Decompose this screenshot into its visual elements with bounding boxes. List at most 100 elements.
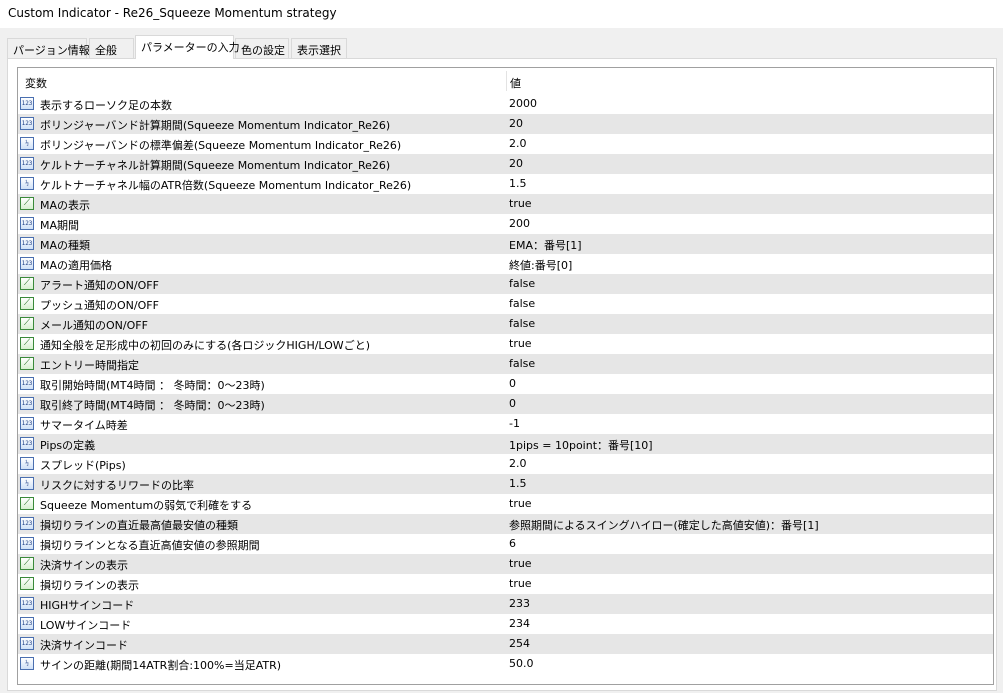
parameter-name: HIGHサインコード xyxy=(40,599,135,612)
table-row[interactable]: 123 ボリンジャーバンド計算期間(Squeeze Momentum Indica… xyxy=(18,114,993,134)
table-row[interactable]: ½ スプレッド(Pips) 2.0 xyxy=(18,454,993,474)
table-row[interactable]: 123 LOWサインコード 234 xyxy=(18,614,993,634)
parameter-value[interactable]: 20 xyxy=(509,117,523,130)
table-row[interactable]: 123 MAの適用価格 終値:番号[0] xyxy=(18,254,993,274)
bool-icon: ⟋ xyxy=(20,317,34,330)
bool-icon: ⟋ xyxy=(20,357,34,370)
window-title: Custom Indicator - Re26_Squeeze Momentum… xyxy=(8,6,337,20)
column-header-value[interactable]: 値 xyxy=(510,75,521,91)
table-body: 123 表示するローソク足の本数 2000 123 ボリンジャーバンド計算期間(Sque… xyxy=(18,94,993,674)
parameter-name: MAの種類 xyxy=(40,239,91,252)
parameter-name: 決済サインの表示 xyxy=(40,559,128,572)
table-row[interactable]: 123 表示するローソク足の本数 2000 xyxy=(18,94,993,114)
parameter-value[interactable]: 20 xyxy=(509,157,523,170)
parameter-value[interactable]: false xyxy=(509,317,535,330)
parameter-value[interactable]: 2000 xyxy=(509,97,537,110)
tab-general[interactable]: 全般 xyxy=(89,38,134,58)
parameters-table: 変数 値 123 表示するローソク足の本数 2000 123 ボリンジャーバンド計算期間… xyxy=(17,67,994,685)
parameter-value[interactable]: 233 xyxy=(509,597,530,610)
bool-icon: ⟋ xyxy=(20,337,34,350)
parameter-name: Squeeze Momentumの弱気で利確をする xyxy=(40,499,253,512)
table-row[interactable]: ½ サインの距離(期間14ATR割合:100%=当足ATR) 50.0 xyxy=(18,654,993,674)
parameter-value[interactable]: 200 xyxy=(509,217,530,230)
int-icon: 123 xyxy=(20,157,34,170)
parameter-value[interactable]: 1pips = 10point：番号[10] xyxy=(509,437,653,453)
tab-version-info[interactable]: パージョン情報 xyxy=(7,38,90,58)
parameter-name: 取引終了時間(MT4時間 ： 冬時間：0～23時) xyxy=(40,399,265,412)
parameter-value[interactable]: 234 xyxy=(509,617,530,630)
table-row[interactable]: ⟋ エントリー時間指定 false xyxy=(18,354,993,374)
table-row[interactable]: 123 ケルトナーチャネル計算期間(Squeeze Momentum Indica… xyxy=(18,154,993,174)
table-row[interactable]: ⟋ 通知全般を足形成中の初回のみにする(各ロジックHIGH/LOWごと) true xyxy=(18,334,993,354)
table-row[interactable]: ½ ボリンジャーバンドの標準偏差(Squeeze Momentum Indicat… xyxy=(18,134,993,154)
parameter-value[interactable]: false xyxy=(509,277,535,290)
parameter-name: Pipsの定義 xyxy=(40,439,96,452)
table-row[interactable]: 123 サマータイム時差 -1 xyxy=(18,414,993,434)
table-row[interactable]: ½ リスクに対するリワードの比率 1.5 xyxy=(18,474,993,494)
table-row[interactable]: ⟋ MAの表示 true xyxy=(18,194,993,214)
parameter-value[interactable]: false xyxy=(509,297,535,310)
column-divider[interactable] xyxy=(506,71,507,91)
parameter-value[interactable]: 2.0 xyxy=(509,457,527,470)
parameter-name: 損切りラインの表示 xyxy=(40,579,139,592)
parameter-value[interactable]: true xyxy=(509,337,532,350)
table-row[interactable]: ⟋ Squeeze Momentumの弱気で利確をする true xyxy=(18,494,993,514)
table-row[interactable]: 123 Pipsの定義 1pips = 10point：番号[10] xyxy=(18,434,993,454)
tab-colors[interactable]: 色の設定 xyxy=(235,38,289,58)
parameter-value[interactable]: true xyxy=(509,497,532,510)
parameter-name: MAの適用価格 xyxy=(40,259,113,272)
bool-icon: ⟋ xyxy=(20,497,34,510)
parameter-name: スプレッド(Pips) xyxy=(40,459,126,472)
table-row[interactable]: 123 MA期間 200 xyxy=(18,214,993,234)
table-row[interactable]: 123 決済サインコード 254 xyxy=(18,634,993,654)
table-row[interactable]: 123 MAの種類 EMA：番号[1] xyxy=(18,234,993,254)
int-icon: 123 xyxy=(20,617,34,630)
table-row[interactable]: 123 取引終了時間(MT4時間 ： 冬時間：0～23時) 0 xyxy=(18,394,993,414)
parameter-value[interactable]: true xyxy=(509,577,532,590)
table-row[interactable]: ⟋ 損切りラインの表示 true xyxy=(18,574,993,594)
tab-visualization[interactable]: 表示選択 xyxy=(291,38,347,58)
parameter-name: ケルトナーチャネル幅のATR倍数(Squeeze Momentum Indica… xyxy=(40,179,412,192)
tab-strip: パージョン情報 全般 パラメーターの入力 色の設定 表示選択 xyxy=(7,35,997,59)
parameter-value[interactable]: true xyxy=(509,197,532,210)
parameter-value[interactable]: 254 xyxy=(509,637,530,650)
table-row[interactable]: ⟋ プッシュ通知のON/OFF false xyxy=(18,294,993,314)
parameter-name: 決済サインコード xyxy=(40,639,128,652)
int-icon: 123 xyxy=(20,217,34,230)
table-row[interactable]: ½ ケルトナーチャネル幅のATR倍数(Squeeze Momentum Indic… xyxy=(18,174,993,194)
parameter-name: 損切りラインとなる直近高値安値の参照期間 xyxy=(40,539,260,552)
table-row[interactable]: ⟋ 決済サインの表示 true xyxy=(18,554,993,574)
table-row[interactable]: ⟋ メール通知のON/OFF false xyxy=(18,314,993,334)
parameter-value[interactable]: 終値:番号[0] xyxy=(509,257,572,273)
parameter-name: サインの距離(期間14ATR割合:100%=当足ATR) xyxy=(40,659,282,672)
parameter-value[interactable]: 1.5 xyxy=(509,477,527,490)
parameter-name: 取引開始時間(MT4時間 ： 冬時間：0～23時) xyxy=(40,379,265,392)
parameter-name: MA期間 xyxy=(40,219,80,232)
parameter-value[interactable]: 0 xyxy=(509,397,516,410)
table-row[interactable]: 123 損切りラインとなる直近高値安値の参照期間 6 xyxy=(18,534,993,554)
table-row[interactable]: 123 HIGHサインコード 233 xyxy=(18,594,993,614)
tab-input-parameters[interactable]: パラメーターの入力 xyxy=(135,35,240,59)
int-icon: 123 xyxy=(20,417,34,430)
parameter-value[interactable]: false xyxy=(509,357,535,370)
parameter-name: ケルトナーチャネル計算期間(Squeeze Momentum Indicator… xyxy=(40,159,391,172)
parameter-value[interactable]: 6 xyxy=(509,537,516,550)
table-row[interactable]: 123 損切りラインの直近最高値最安値の種類 参照期間によるスイングハイロー(確定し… xyxy=(18,514,993,534)
parameter-value[interactable]: 50.0 xyxy=(509,657,534,670)
column-header-variable[interactable]: 変数 xyxy=(25,75,47,91)
parameter-value[interactable]: EMA：番号[1] xyxy=(509,237,582,253)
parameter-value[interactable]: true xyxy=(509,557,532,570)
bool-icon: ⟋ xyxy=(20,277,34,290)
table-row[interactable]: ⟋ アラート通知のON/OFF false xyxy=(18,274,993,294)
parameter-value[interactable]: 1.5 xyxy=(509,177,527,190)
parameter-name: 表示するローソク足の本数 xyxy=(40,99,172,112)
parameter-name: メール通知のON/OFF xyxy=(40,319,148,332)
parameter-value[interactable]: -1 xyxy=(509,417,520,430)
title-bar: Custom Indicator - Re26_Squeeze Momentum… xyxy=(0,0,1003,28)
parameter-name: LOWサインコード xyxy=(40,619,132,632)
parameter-value[interactable]: 2.0 xyxy=(509,137,527,150)
parameter-value[interactable]: 参照期間によるスイングハイロー(確定した高値安値)：番号[1] xyxy=(509,517,819,533)
int-icon: 123 xyxy=(20,517,34,530)
table-row[interactable]: 123 取引開始時間(MT4時間 ： 冬時間：0～23時) 0 xyxy=(18,374,993,394)
parameter-value[interactable]: 0 xyxy=(509,377,516,390)
